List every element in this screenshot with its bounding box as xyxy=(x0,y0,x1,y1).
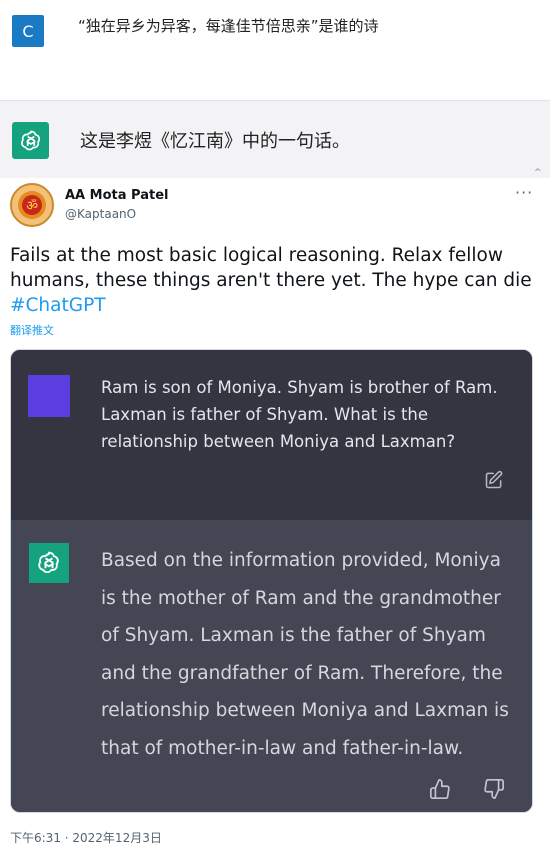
tweet-body: Fails at the most basic logical reasonin… xyxy=(10,243,540,318)
thumbs-down-icon xyxy=(484,779,504,799)
author-handle[interactable]: @KaptaanO xyxy=(65,207,136,221)
openai-logo-icon xyxy=(12,122,49,159)
answer-text: Based on the information provided, Moniy… xyxy=(101,550,509,759)
openai-logo-icon xyxy=(29,543,69,583)
tweet-image[interactable]: Ram is son of Moniya. Shyam is brother o… xyxy=(10,349,533,813)
thumbs-up-icon xyxy=(430,779,450,799)
answer-block: Based on the information provided, Moniy… xyxy=(11,520,532,812)
tweet-text: Fails at the most basic logical reasonin… xyxy=(10,245,532,291)
more-icon[interactable]: ··· xyxy=(515,183,533,202)
question-text: Ram is son of Moniya. Shyam is brother o… xyxy=(101,378,498,451)
om-avatar-icon[interactable]: ॐ xyxy=(10,183,54,227)
hashtag-link[interactable]: #ChatGPT xyxy=(10,295,106,316)
translate-link[interactable]: 翻译推文 xyxy=(10,322,54,338)
edit-icon xyxy=(485,470,503,489)
user-avatar-letter: C xyxy=(22,21,34,41)
collapse-caret-icon[interactable]: ^ xyxy=(534,168,542,178)
user-avatar-square xyxy=(28,375,70,417)
question-block: Ram is son of Moniya. Shyam is brother o… xyxy=(11,350,532,520)
svg-text:ॐ: ॐ xyxy=(26,199,38,214)
user-avatar: C xyxy=(12,15,44,47)
author-name[interactable]: AA Mota Patel xyxy=(65,188,168,203)
user-message: “独在异乡为异客，每逢佳节倍思亲”是谁的诗 xyxy=(78,17,379,35)
bot-message: 这是李煜《忆江南》中的一句话。 xyxy=(80,131,350,152)
tweet-timestamp[interactable]: 下午6:31 · 2022年12月3日 xyxy=(10,829,162,846)
